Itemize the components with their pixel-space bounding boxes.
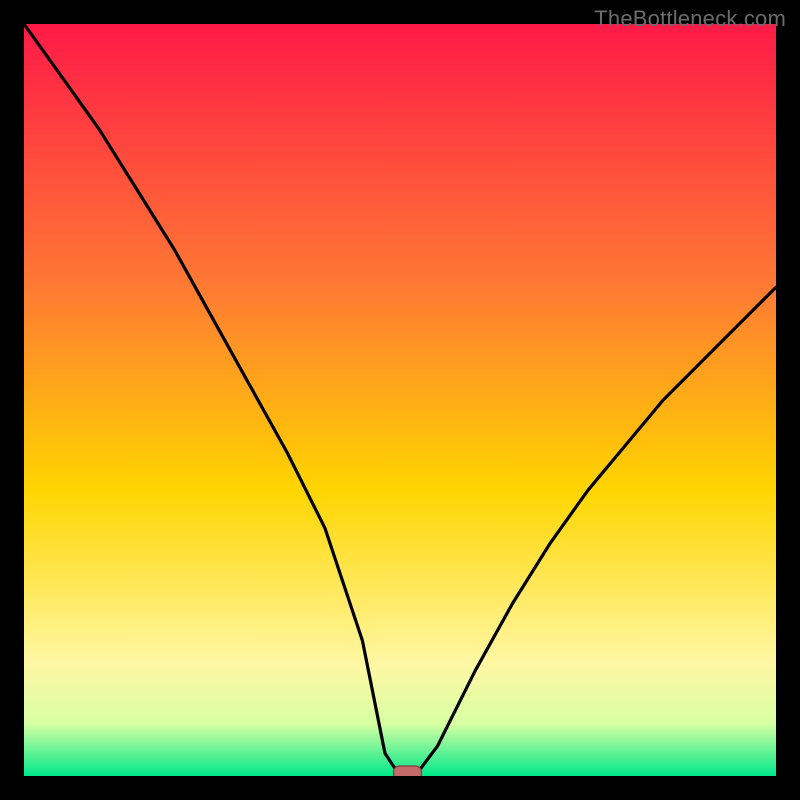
plot-svg bbox=[24, 24, 776, 776]
watermark-text: TheBottleneck.com bbox=[594, 6, 786, 32]
minimum-marker bbox=[394, 766, 422, 776]
chart-frame: TheBottleneck.com bbox=[0, 0, 800, 800]
plot-area bbox=[24, 24, 776, 776]
